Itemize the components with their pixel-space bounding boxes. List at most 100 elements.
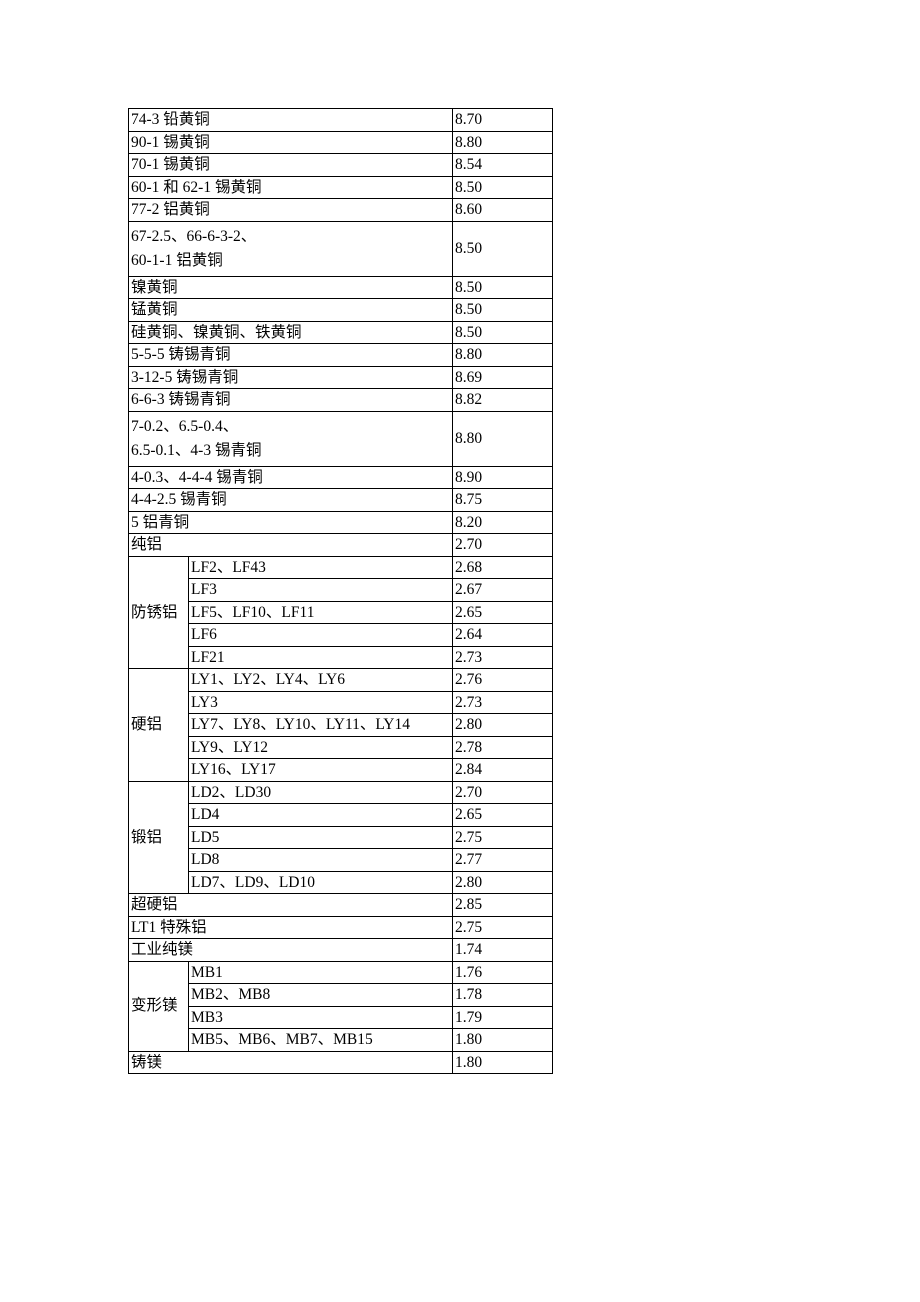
material-cell: 74-3 铅黄铜	[129, 109, 453, 132]
material-cell: LF3	[189, 579, 453, 602]
material-cell: LT1 特殊铝	[129, 916, 453, 939]
material-cell: LD5	[189, 826, 453, 849]
table-row: MB5、MB6、MB7、MB151.80	[129, 1029, 553, 1052]
value-cell: 2.65	[453, 804, 553, 827]
table-row: LD7、LD9、LD102.80	[129, 871, 553, 894]
material-cell: 硅黄铜、镍黄铜、铁黄铜	[129, 321, 453, 344]
value-cell: 8.75	[453, 489, 553, 512]
table-row: 硬铝LY1、LY2、LY4、LY62.76	[129, 669, 553, 692]
table-row: 70-1 锡黄铜8.54	[129, 154, 553, 177]
table-row: LY16、LY172.84	[129, 759, 553, 782]
value-cell: 8.80	[453, 344, 553, 367]
value-cell: 1.80	[453, 1029, 553, 1052]
value-cell: 8.80	[453, 411, 553, 466]
table-row: MB2、MB81.78	[129, 984, 553, 1007]
density-table: 74-3 铅黄铜8.7090-1 锡黄铜8.8070-1 锡黄铜8.5460-1…	[128, 108, 553, 1074]
value-cell: 8.69	[453, 366, 553, 389]
material-cell: 90-1 锡黄铜	[129, 131, 453, 154]
material-cell: 5 铝青铜	[129, 511, 453, 534]
material-cell: 工业纯镁	[129, 939, 453, 962]
value-cell: 8.80	[453, 131, 553, 154]
table-row: LY7、LY8、LY10、LY11、LY142.80	[129, 714, 553, 737]
table-row: 铸镁1.80	[129, 1051, 553, 1074]
value-cell: 2.75	[453, 826, 553, 849]
value-cell: 8.50	[453, 299, 553, 322]
value-cell: 2.67	[453, 579, 553, 602]
value-cell: 2.65	[453, 601, 553, 624]
material-cell: LY16、LY17	[189, 759, 453, 782]
value-cell: 1.74	[453, 939, 553, 962]
material-cell: MB5、MB6、MB7、MB15	[189, 1029, 453, 1052]
group-cell: 防锈铝	[129, 556, 189, 669]
table-row: 67-2.5、66-6-3-2、60-1-1 铝黄铜8.50	[129, 221, 553, 276]
material-cell: 7-0.2、6.5-0.4、6.5-0.1、4-3 锡青铜	[129, 411, 453, 466]
table-row: 锻铝LD2、LD302.70	[129, 781, 553, 804]
material-cell: 锰黄铜	[129, 299, 453, 322]
material-cell: LY7、LY8、LY10、LY11、LY14	[189, 714, 453, 737]
material-cell: 超硬铝	[129, 894, 453, 917]
value-cell: 2.68	[453, 556, 553, 579]
table-row: 90-1 锡黄铜8.80	[129, 131, 553, 154]
table-row: 硅黄铜、镍黄铜、铁黄铜8.50	[129, 321, 553, 344]
material-cell: LY3	[189, 691, 453, 714]
table-row: 74-3 铅黄铜8.70	[129, 109, 553, 132]
material-cell: MB3	[189, 1006, 453, 1029]
value-cell: 2.70	[453, 781, 553, 804]
material-cell: 60-1 和 62-1 锡黄铜	[129, 176, 453, 199]
group-cell: 变形镁	[129, 961, 189, 1051]
material-cell: 3-12-5 铸锡青铜	[129, 366, 453, 389]
table-row: 77-2 铝黄铜8.60	[129, 199, 553, 222]
value-cell: 2.78	[453, 736, 553, 759]
table-row: LD82.77	[129, 849, 553, 872]
material-cell: 70-1 锡黄铜	[129, 154, 453, 177]
value-cell: 2.64	[453, 624, 553, 647]
value-cell: 8.50	[453, 221, 553, 276]
material-cell: LD4	[189, 804, 453, 827]
table-row: 锰黄铜8.50	[129, 299, 553, 322]
table-row: LD52.75	[129, 826, 553, 849]
table-row: 4-4-2.5 锡青铜8.75	[129, 489, 553, 512]
table-row: 工业纯镁1.74	[129, 939, 553, 962]
material-cell: LF21	[189, 646, 453, 669]
group-cell: 锻铝	[129, 781, 189, 894]
material-cell: 6-6-3 铸锡青铜	[129, 389, 453, 412]
material-cell: LD2、LD30	[189, 781, 453, 804]
table-row: LF5、LF10、LF112.65	[129, 601, 553, 624]
table-row: LY32.73	[129, 691, 553, 714]
value-cell: 8.20	[453, 511, 553, 534]
value-cell: 2.77	[453, 849, 553, 872]
value-cell: 2.80	[453, 871, 553, 894]
material-cell: LF2、LF43	[189, 556, 453, 579]
value-cell: 8.54	[453, 154, 553, 177]
table-row: 6-6-3 铸锡青铜8.82	[129, 389, 553, 412]
table-row: 4-0.3、4-4-4 锡青铜8.90	[129, 466, 553, 489]
document-page: 74-3 铅黄铜8.7090-1 锡黄铜8.8070-1 锡黄铜8.5460-1…	[128, 108, 552, 1074]
table-row: LT1 特殊铝2.75	[129, 916, 553, 939]
table-row: 5 铝青铜8.20	[129, 511, 553, 534]
table-row: MB31.79	[129, 1006, 553, 1029]
value-cell: 1.80	[453, 1051, 553, 1074]
table-row: LF32.67	[129, 579, 553, 602]
value-cell: 1.78	[453, 984, 553, 1007]
value-cell: 8.70	[453, 109, 553, 132]
material-cell: 67-2.5、66-6-3-2、60-1-1 铝黄铜	[129, 221, 453, 276]
value-cell: 1.79	[453, 1006, 553, 1029]
material-cell: 5-5-5 铸锡青铜	[129, 344, 453, 367]
material-cell: 铸镁	[129, 1051, 453, 1074]
value-cell: 8.90	[453, 466, 553, 489]
table-row: 7-0.2、6.5-0.4、6.5-0.1、4-3 锡青铜8.80	[129, 411, 553, 466]
material-cell: LY1、LY2、LY4、LY6	[189, 669, 453, 692]
value-cell: 2.76	[453, 669, 553, 692]
material-cell: LF5、LF10、LF11	[189, 601, 453, 624]
value-cell: 8.50	[453, 276, 553, 299]
value-cell: 2.75	[453, 916, 553, 939]
value-cell: 1.76	[453, 961, 553, 984]
value-cell: 8.60	[453, 199, 553, 222]
table-row: 3-12-5 铸锡青铜8.69	[129, 366, 553, 389]
value-cell: 2.73	[453, 646, 553, 669]
material-cell: MB1	[189, 961, 453, 984]
material-cell: LD7、LD9、LD10	[189, 871, 453, 894]
table-row: 5-5-5 铸锡青铜8.80	[129, 344, 553, 367]
value-cell: 8.50	[453, 176, 553, 199]
value-cell: 8.50	[453, 321, 553, 344]
